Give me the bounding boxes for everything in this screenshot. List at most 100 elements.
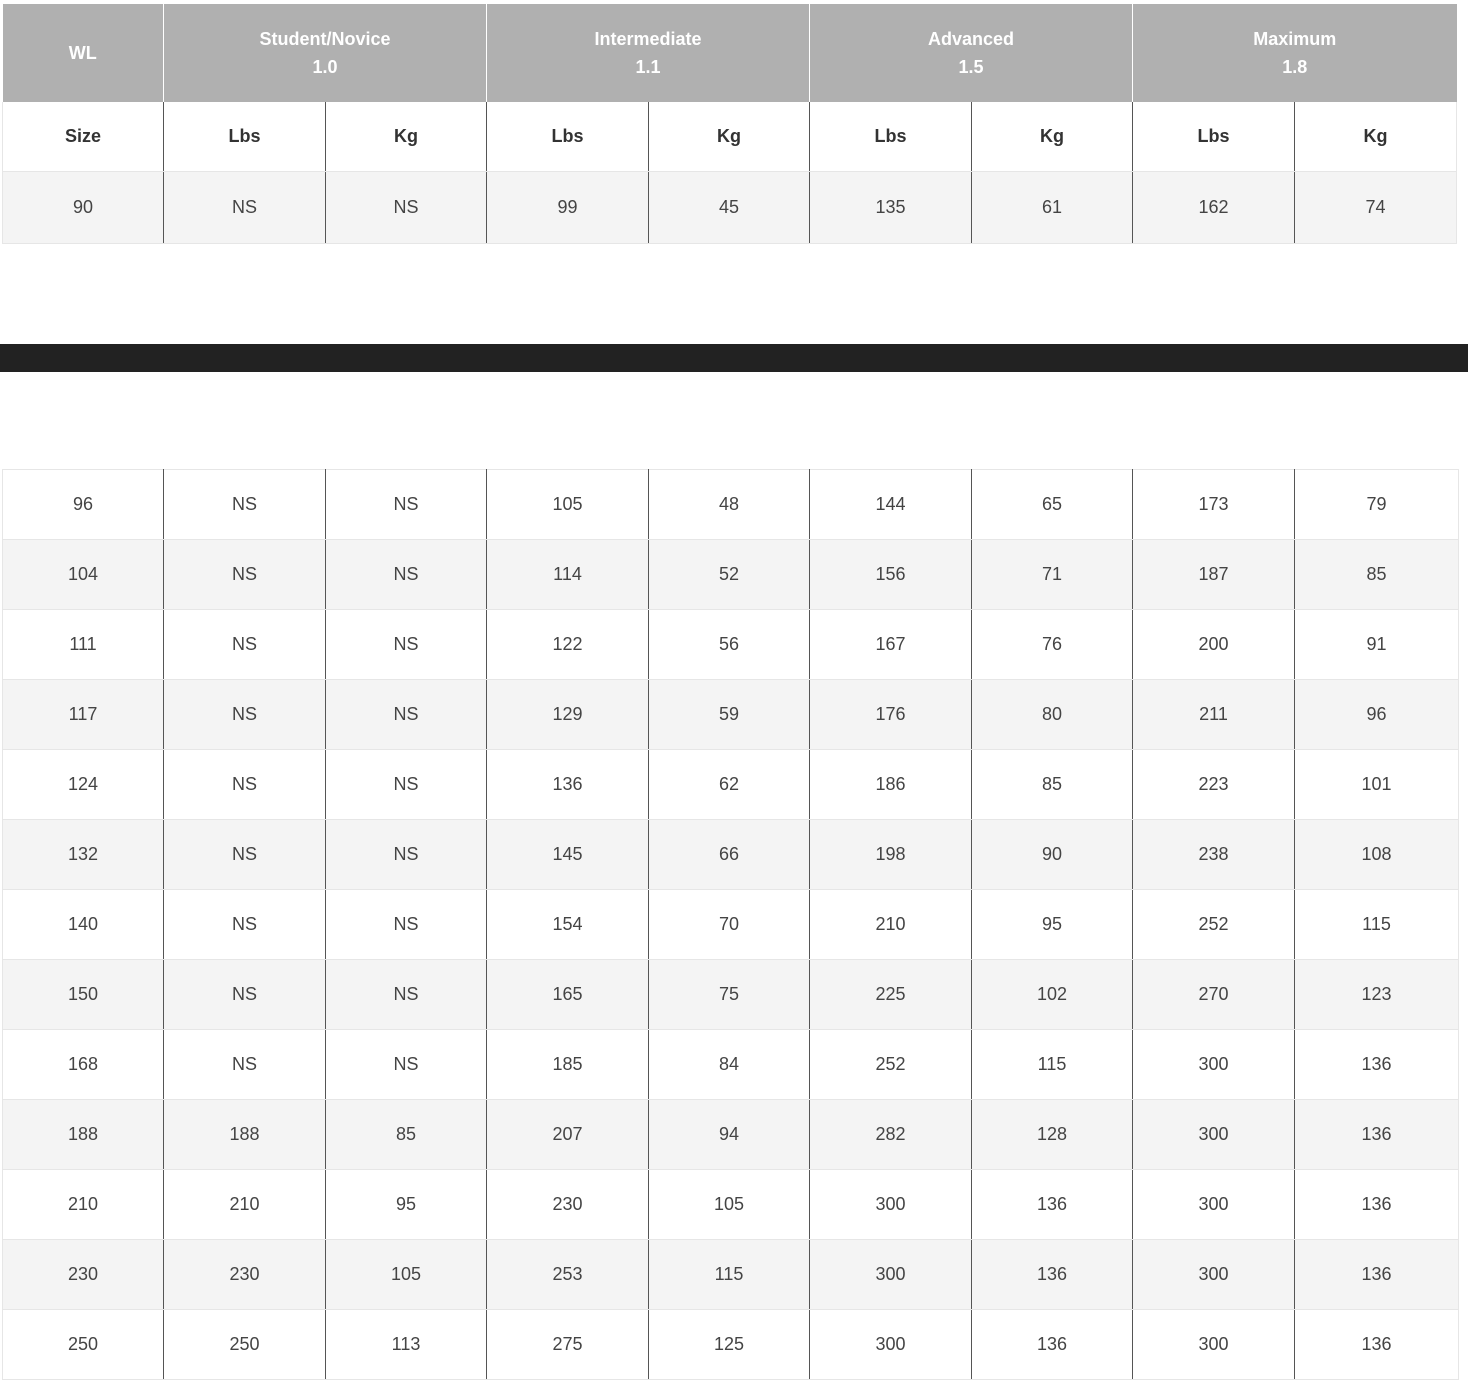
size-cell: 96 (2, 469, 164, 540)
table-cell: 45 (647, 171, 810, 244)
size-cell: 140 (2, 889, 164, 960)
table-cell: 74 (1294, 171, 1458, 244)
table-cell: NS (325, 469, 487, 540)
table-cell: 84 (648, 1029, 810, 1100)
table-cell: 238 (1132, 819, 1295, 890)
table-cell: NS (163, 469, 326, 540)
table-cell: 167 (809, 609, 972, 680)
column-header-lbs: Lbs (163, 102, 326, 172)
column-header-kg: Kg (647, 102, 810, 172)
group-header-advanced: Advanced 1.5 (809, 4, 1133, 102)
table-cell: 129 (486, 679, 649, 750)
table-cell: 223 (1132, 749, 1295, 820)
top-table-body: 90 NS NS 99 45 135 61 162 74 (2, 171, 1458, 244)
size-cell: 90 (2, 171, 164, 244)
table-cell: NS (325, 609, 487, 680)
table-cell: 113 (325, 1309, 487, 1380)
group-factor: 1.5 (958, 57, 984, 77)
group-header-wl: WL (2, 4, 164, 102)
table-cell: 185 (486, 1029, 649, 1100)
table-cell: 300 (809, 1239, 972, 1310)
column-header-size: Size (2, 102, 164, 172)
table-cell: 230 (486, 1169, 649, 1240)
table-row: 117 NS NS 129 59 176 80 211 96 (2, 679, 1459, 750)
column-header-lbs: Lbs (809, 102, 972, 172)
table-cell: 300 (809, 1169, 972, 1240)
table-cell: 101 (1294, 749, 1459, 820)
table-cell: 210 (163, 1169, 326, 1240)
column-header-kg: Kg (1294, 102, 1458, 172)
group-label: WL (68, 43, 97, 63)
table-cell: 85 (971, 749, 1133, 820)
table-row: 96 NS NS 105 48 144 65 173 79 (2, 469, 1459, 540)
sub-header-row: Size Lbs Kg Lbs Kg Lbs Kg Lbs Kg (2, 102, 1458, 172)
table-cell: 75 (648, 959, 810, 1030)
table-cell: 144 (809, 469, 972, 540)
table-cell: 128 (971, 1099, 1133, 1170)
table-cell: 136 (971, 1239, 1133, 1310)
table-cell: 115 (971, 1029, 1133, 1100)
table-cell: 136 (1294, 1309, 1459, 1380)
bottom-table-body: 96 NS NS 105 48 144 65 173 79 104 NS NS 114 52 156 71 18… (2, 469, 1459, 1380)
table-row: 111 NS NS 122 56 167 76 200 91 (2, 609, 1459, 680)
table-cell: 62 (648, 749, 810, 820)
table-cell: 123 (1294, 959, 1459, 1030)
size-cell: 150 (2, 959, 164, 1030)
table-cell: 105 (648, 1169, 810, 1240)
table-cell: NS (163, 1029, 326, 1100)
table-cell: 95 (971, 889, 1133, 960)
group-label: Maximum (1253, 29, 1337, 49)
table-cell: NS (325, 679, 487, 750)
table-cell: NS (163, 539, 326, 610)
table-row: 150 NS NS 165 75 225 102 270 123 (2, 959, 1459, 1030)
table-cell: 186 (809, 749, 972, 820)
table-row: 104 NS NS 114 52 156 71 187 85 (2, 539, 1459, 610)
table-row: 210 210 95 230 105 300 136 300 136 (2, 1169, 1459, 1240)
table-cell: 270 (1132, 959, 1295, 1030)
table-cell: 136 (1294, 1169, 1459, 1240)
table-cell: 90 (971, 819, 1133, 890)
table-cell: 95 (325, 1169, 487, 1240)
table-cell: 187 (1132, 539, 1295, 610)
table-cell: 210 (809, 889, 972, 960)
table-cell: 136 (971, 1309, 1133, 1380)
table-cell: 198 (809, 819, 972, 890)
table-cell: 61 (971, 171, 1133, 244)
table-cell: 136 (1294, 1099, 1459, 1170)
column-header-lbs: Lbs (1132, 102, 1295, 172)
table-cell: NS (325, 1029, 487, 1100)
table-cell: 136 (1294, 1239, 1459, 1310)
table-cell: 252 (809, 1029, 972, 1100)
table-cell: 59 (648, 679, 810, 750)
table-row: 132 NS NS 145 66 198 90 238 108 (2, 819, 1459, 890)
group-factor: 1.0 (312, 57, 338, 77)
column-header-kg: Kg (325, 102, 487, 172)
column-header-kg: Kg (971, 102, 1133, 172)
table-cell: 300 (1132, 1029, 1295, 1100)
table-cell: 253 (486, 1239, 649, 1310)
table-cell: 225 (809, 959, 972, 1030)
table-cell: 122 (486, 609, 649, 680)
page-divider-band (0, 344, 1468, 372)
table-cell: NS (163, 749, 326, 820)
table-cell: NS (325, 959, 487, 1030)
table-cell: 105 (486, 469, 649, 540)
group-label: Advanced (928, 29, 1015, 49)
table-cell: 136 (971, 1169, 1133, 1240)
table-cell: 136 (1294, 1029, 1459, 1100)
table-cell: 48 (648, 469, 810, 540)
table-cell: 300 (1132, 1099, 1295, 1170)
table-cell: 300 (1132, 1309, 1295, 1380)
size-cell: 250 (2, 1309, 164, 1380)
group-header-maximum: Maximum 1.8 (1132, 4, 1457, 102)
table-cell: 135 (809, 171, 972, 244)
table-cell: 85 (325, 1099, 487, 1170)
table-cell: 230 (163, 1239, 326, 1310)
table-cell: 188 (163, 1099, 326, 1170)
table-row: 90 NS NS 99 45 135 61 162 74 (2, 171, 1458, 244)
table-cell: NS (163, 819, 326, 890)
table-cell: 56 (648, 609, 810, 680)
size-cell: 230 (2, 1239, 164, 1310)
wing-loading-table-header: WL Student/Novice 1.0 Intermediate 1.1 A… (2, 4, 1458, 244)
group-label: Intermediate (594, 29, 702, 49)
